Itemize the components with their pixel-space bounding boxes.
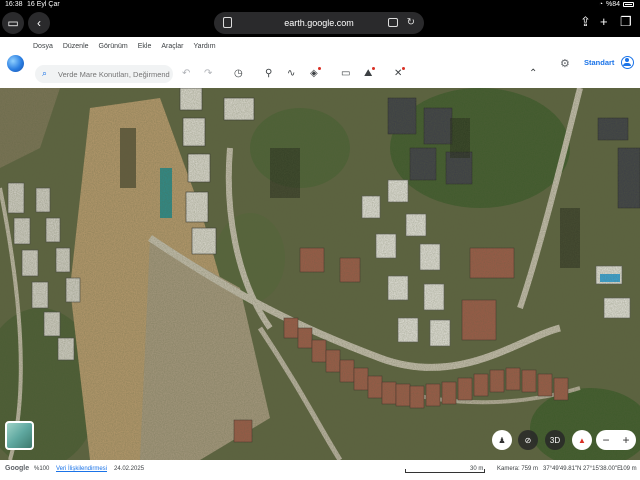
location-off-icon: ⊘ — [524, 435, 532, 445]
camera-altitude: Kamera: 759 m — [497, 466, 539, 472]
data-attribution-link[interactable]: Veri İlişkilendirmesi — [56, 466, 107, 472]
sidebar-toggle-button[interactable]: ▭ — [2, 12, 24, 34]
page-menu-icon — [223, 17, 232, 28]
scale-bar — [405, 469, 485, 473]
status-bar: 16:38 16 Eyl Çar ◔ %84 — [0, 0, 640, 9]
search-input[interactable] — [58, 67, 170, 81]
pegman-icon: ♟ — [498, 435, 506, 445]
chevron-up-icon[interactable]: ⌃ — [529, 67, 537, 81]
back-chevron-icon: ‹ — [37, 16, 41, 30]
zoom-out-button[interactable]: − — [596, 430, 616, 450]
undo-icon[interactable]: ↶ — [182, 67, 190, 81]
satellite-icon[interactable]: ✕ — [394, 67, 406, 81]
screen: 16:38 16 Eyl Çar ◔ %84 ▭ ‹ earth.google.… — [0, 0, 640, 480]
ruler-icon[interactable]: ▭ — [341, 67, 350, 81]
status-strip: Google %100 Veri İlişkilendirmesi 24.02.… — [0, 460, 640, 480]
zoom-control: − + — [596, 430, 636, 450]
menu-tools[interactable]: Araçlar — [161, 43, 183, 50]
address-bar[interactable]: earth.google.com ↻ — [214, 12, 424, 34]
toggle-3d-button[interactable]: 3D — [545, 430, 565, 450]
google-brand: Google — [5, 465, 30, 472]
redo-icon[interactable]: ↷ — [204, 67, 212, 81]
menu-view[interactable]: Görünüm — [99, 43, 128, 50]
map-style-label[interactable]: Standart — [584, 58, 614, 67]
elevation: 109 m — [620, 466, 637, 472]
menu-edit[interactable]: Düzenle — [63, 43, 89, 50]
sidebar-toggle-icon: ▭ — [7, 16, 19, 30]
location-off-button[interactable]: ⊘ — [518, 430, 538, 450]
menu-bar: Dosya Düzenle Görünüm Ekle Araçlar Yardı… — [33, 43, 216, 50]
pegman-button[interactable]: ♟ — [492, 430, 512, 450]
compass-button[interactable]: ▲ — [572, 430, 592, 450]
status-right: ◔ %84 — [599, 0, 634, 9]
menu-file[interactable]: Dosya — [33, 43, 53, 50]
status-date: 16 Eyl Çar — [27, 1, 60, 8]
app-header: Dosya Düzenle Görünüm Ekle Araçlar Yardı… — [0, 37, 640, 88]
imagery-date: 24.02.2025 — [114, 466, 145, 472]
url-text: earth.google.com — [284, 18, 354, 28]
coordinates: 37°49'49.81"N 27°15'38.00"E — [543, 466, 622, 472]
status-time: 16:38 — [5, 1, 23, 8]
tabs-overview-icon[interactable]: ❐ — [620, 15, 632, 29]
compass-icon: ▲ — [578, 435, 586, 445]
wifi-icon: ◔ — [598, 1, 603, 8]
plus-icon[interactable]: + — [600, 15, 608, 29]
share-icon[interactable]: ⇪ — [580, 15, 591, 29]
image-overlay-icon[interactable]: ⛰ — [364, 67, 376, 81]
placemark-icon[interactable]: ⚲ — [265, 67, 272, 81]
history-icon[interactable]: ◷ — [234, 67, 243, 81]
back-button[interactable]: ‹ — [28, 12, 50, 34]
map-imagery — [0, 88, 640, 460]
search-box[interactable]: ⌕ — [35, 65, 173, 83]
search-icon: ⌕ — [42, 68, 48, 78]
layers-icon[interactable]: ◈ — [310, 67, 321, 81]
browser-toolbar: ▭ ‹ earth.google.com ↻ ⇪ + ❐ — [0, 9, 640, 37]
zoom-percent: %100 — [34, 466, 50, 472]
battery-icon — [623, 2, 634, 7]
gear-icon[interactable]: ⚙ — [560, 57, 570, 70]
menu-help[interactable]: Yardım — [194, 43, 216, 50]
google-earth-logo[interactable] — [7, 55, 24, 72]
battery-percent: %84 — [605, 1, 620, 8]
account-icon[interactable] — [621, 56, 634, 69]
reload-icon[interactable]: ↻ — [407, 17, 415, 28]
menu-add[interactable]: Ekle — [138, 43, 152, 50]
path-icon[interactable]: ∿ — [287, 67, 295, 81]
reader-icon[interactable] — [388, 18, 398, 27]
map-style-thumbnail[interactable] — [5, 421, 34, 450]
satellite-map[interactable] — [0, 88, 640, 460]
zoom-in-button[interactable]: + — [616, 430, 636, 450]
